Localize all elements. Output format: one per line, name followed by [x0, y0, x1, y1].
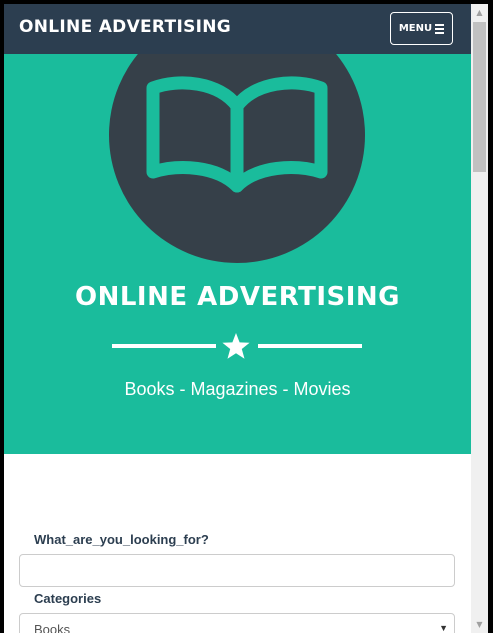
star-icon	[222, 333, 250, 359]
star-divider	[112, 332, 362, 360]
scrollbar-thumb[interactable]	[473, 22, 486, 172]
brand-link[interactable]: ONLINE ADVERTISING	[19, 17, 231, 37]
divider-line-right	[258, 344, 362, 348]
category-select[interactable]: Books ▼	[19, 613, 455, 633]
vertical-scrollbar[interactable]: ▲ ▼	[471, 4, 488, 633]
chevron-down-icon: ▼	[439, 623, 448, 633]
hero-subtitle: Books - Magazines - Movies	[124, 379, 351, 399]
hero-header: ONLINE ADVERTISING Books - Magazines - M…	[4, 54, 471, 454]
scroll-up-arrow-icon[interactable]: ▲	[471, 4, 488, 21]
window-border	[488, 0, 493, 633]
categories-label: Categories	[34, 591, 102, 606]
search-input[interactable]	[19, 554, 455, 587]
page: ONLINE ADVERTISING MENU ONLINE ADVERTISI…	[4, 4, 471, 633]
navbar: ONLINE ADVERTISING MENU	[4, 4, 471, 54]
hamburger-icon	[435, 23, 445, 34]
divider-line-left	[112, 344, 216, 348]
hero-title: ONLINE ADVERTISING	[74, 282, 401, 312]
scroll-down-arrow-icon[interactable]: ▼	[471, 616, 488, 633]
menu-label: MENU	[398, 23, 433, 34]
category-selected-value: Books	[34, 622, 71, 633]
search-label: What_are_you_looking_for?	[34, 532, 209, 547]
menu-button[interactable]: MENU	[390, 12, 453, 45]
open-book-icon	[146, 76, 328, 193]
